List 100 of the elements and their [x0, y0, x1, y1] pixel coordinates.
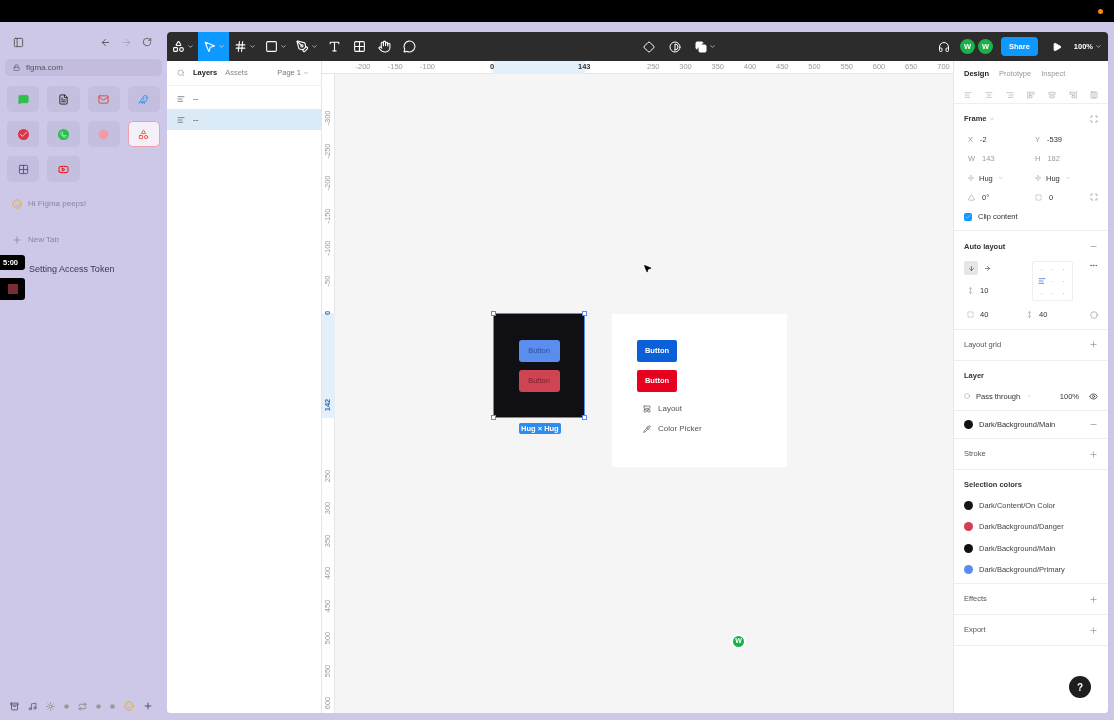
add-icon[interactable] — [143, 701, 153, 711]
address-bar[interactable]: figma.com — [5, 59, 162, 76]
caret-icon — [217, 43, 225, 50]
browser-tab[interactable]: Setting Access Token — [29, 263, 115, 277]
resize-handle[interactable] — [582, 311, 587, 316]
color-swatch[interactable] — [964, 564, 973, 574]
check-icon — [965, 213, 971, 220]
direction-toggle[interactable] — [964, 261, 978, 276]
smiley-icon — [12, 199, 22, 209]
layer-row[interactable]: -- — [167, 109, 321, 130]
add-icon[interactable] — [1089, 625, 1098, 635]
distribute-icon[interactable] — [1090, 90, 1098, 99]
corner-radius-icon — [1035, 193, 1042, 201]
color-swatch[interactable] — [964, 522, 973, 532]
align-left-icon[interactable] — [964, 90, 972, 99]
plus-icon — [12, 235, 22, 245]
pinned-tab[interactable] — [7, 121, 40, 147]
align-middle-icon[interactable] — [1048, 90, 1056, 99]
pinned-tab[interactable] — [47, 156, 80, 182]
sun-icon[interactable] — [46, 701, 55, 711]
add-icon[interactable] — [1089, 594, 1098, 604]
pinned-tab[interactable] — [47, 86, 80, 112]
pinned-tab[interactable] — [87, 86, 120, 112]
align-top-icon[interactable] — [1027, 90, 1035, 99]
caret-icon — [310, 43, 318, 50]
headphones-icon[interactable] — [937, 40, 950, 53]
resize-icon[interactable] — [1090, 115, 1098, 123]
dot-icon[interactable] — [96, 703, 101, 709]
dot-icon[interactable] — [110, 703, 115, 709]
autolayout-icon — [177, 94, 185, 103]
search-icon[interactable] — [177, 69, 185, 77]
help-button[interactable]: ? — [1069, 676, 1091, 698]
dot-icon[interactable] — [64, 703, 69, 709]
text-icon — [328, 40, 341, 53]
frame-icon — [233, 40, 247, 53]
color-swatch[interactable] — [964, 543, 973, 553]
resize-mode-icon — [968, 175, 974, 182]
caret-icon — [709, 43, 717, 50]
color-swatch[interactable] — [964, 501, 973, 511]
blend-icon — [964, 393, 970, 400]
reload-icon[interactable] — [142, 37, 152, 47]
play-icon — [57, 163, 69, 175]
align-center-icon[interactable] — [985, 90, 993, 99]
present-icon[interactable] — [1051, 41, 1062, 52]
contrast-icon[interactable] — [669, 40, 682, 53]
resources-icon — [353, 40, 366, 53]
caret-icon — [988, 116, 995, 122]
circle-icon — [98, 128, 110, 140]
layout-icon — [643, 405, 651, 413]
component-icon[interactable] — [643, 40, 656, 53]
angle-icon — [968, 193, 975, 201]
add-icon[interactable] — [1089, 340, 1098, 349]
repeat-icon[interactable] — [78, 701, 87, 711]
stop-recording-button[interactable] — [0, 278, 25, 301]
pinned-tab[interactable] — [127, 121, 160, 147]
document-icon — [57, 93, 69, 105]
caret-icon — [997, 175, 1004, 182]
caret-icon — [248, 43, 256, 50]
caret-icon — [279, 43, 287, 50]
caret-icon — [1026, 393, 1033, 400]
archive-icon[interactable] — [10, 701, 19, 711]
overlap-icon — [695, 40, 708, 53]
menu-item: Layout — [643, 403, 787, 415]
caret-icon — [186, 43, 194, 50]
autolayout-icon — [177, 115, 185, 124]
cursor-icon — [643, 264, 652, 273]
resize-handle[interactable] — [491, 415, 496, 420]
corners-icon[interactable] — [1090, 193, 1098, 202]
align-right-icon[interactable] — [1006, 90, 1014, 99]
boolean-button[interactable] — [695, 40, 717, 53]
chat-icon — [17, 93, 29, 105]
lock-icon — [13, 64, 20, 71]
layer-row[interactable]: -- — [167, 88, 321, 109]
add-icon[interactable] — [1089, 449, 1098, 459]
sidebar-toggle-icon[interactable] — [13, 36, 24, 48]
phone-icon — [57, 128, 69, 140]
pinned-tab[interactable] — [127, 86, 160, 112]
resize-mode-icon — [1035, 175, 1041, 182]
logo-icon — [138, 128, 150, 140]
vertical-padding-icon — [1026, 311, 1033, 319]
check-icon — [17, 128, 29, 140]
grid-icon — [17, 163, 29, 175]
color-swatch[interactable] — [964, 419, 973, 429]
back-icon[interactable] — [100, 36, 111, 48]
resize-handle[interactable] — [582, 415, 587, 420]
checkbox[interactable] — [964, 212, 972, 221]
pinned-tab[interactable] — [7, 156, 40, 182]
music-icon[interactable] — [28, 701, 37, 711]
caret-icon — [1095, 43, 1102, 50]
alignment-icon — [1037, 277, 1046, 286]
caret-icon — [1064, 175, 1071, 182]
caret-icon — [303, 70, 309, 76]
pen-icon — [295, 40, 309, 53]
pointer-icon — [202, 40, 216, 53]
hand-icon — [378, 40, 391, 53]
mail-icon — [98, 93, 110, 105]
resize-handle[interactable] — [491, 311, 496, 316]
align-bottom-icon[interactable] — [1069, 90, 1077, 99]
visibility-icon[interactable] — [1089, 391, 1098, 401]
padding-options-icon[interactable] — [1090, 310, 1098, 319]
